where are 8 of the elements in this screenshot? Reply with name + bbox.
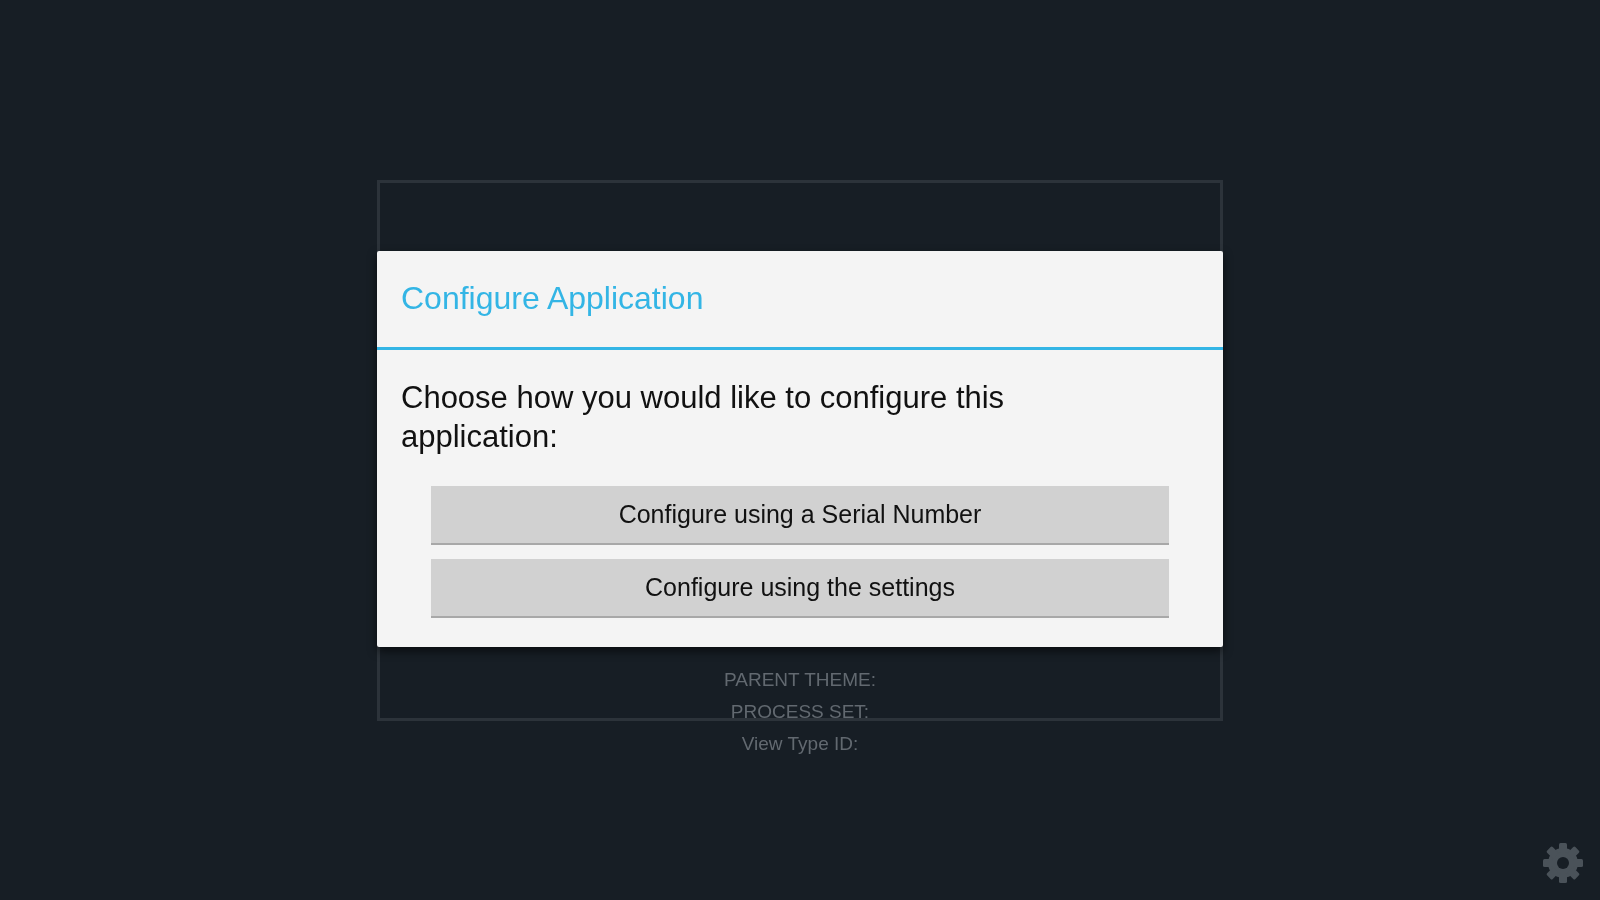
dialog-message: Choose how you would like to configure this application: bbox=[400, 379, 1006, 457]
option-button[interactable]: Configure using the settings bbox=[431, 559, 1169, 619]
info-label: PROCESS SET: bbox=[730, 700, 870, 724]
dialog-title: Configure Application bbox=[377, 251, 1223, 351]
option-button[interactable]: Configure using a Serial Number bbox=[431, 486, 1169, 546]
info-label: PARENT THEME: bbox=[724, 668, 876, 692]
info-label: View Type ID: bbox=[741, 732, 859, 756]
settings-icon[interactable] bbox=[1542, 842, 1584, 884]
